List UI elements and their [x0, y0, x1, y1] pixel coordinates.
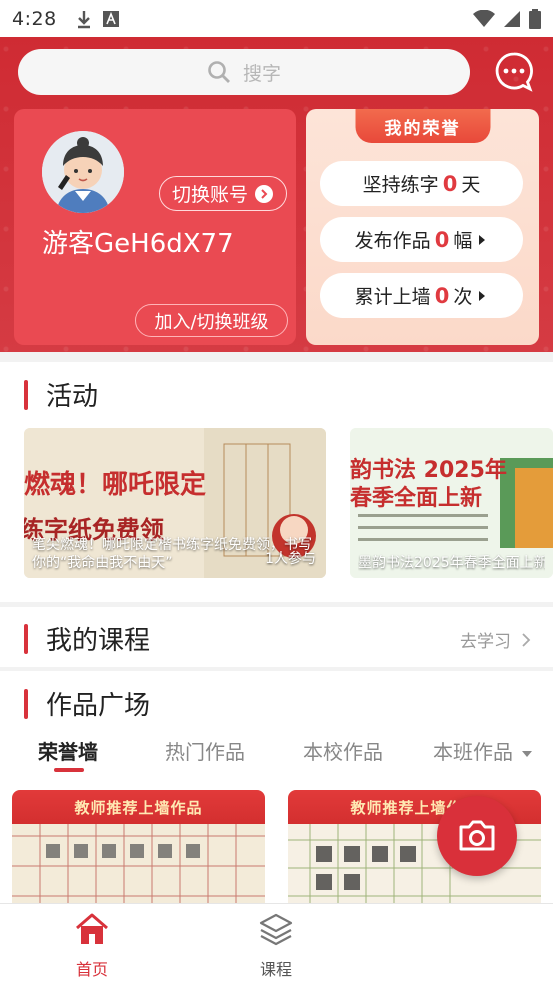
work-card-banner: 教师推荐上墙作品: [12, 790, 265, 824]
search-icon: [208, 61, 230, 83]
honor-unit: 次: [453, 286, 473, 308]
switch-account-label: 切换账号: [171, 184, 248, 206]
go-study-label: 去学习: [460, 632, 511, 652]
battery-icon: [529, 8, 541, 29]
honor-row-works[interactable]: 发布作品 0 幅: [320, 217, 523, 262]
activity-banner-text-1: 燃魂！哪吒限定: [24, 470, 207, 500]
search-placeholder: 搜字: [242, 62, 281, 85]
nav-courses-label: 课程: [259, 960, 292, 979]
activity-title: 活动: [46, 382, 99, 412]
honor-unit: 天: [461, 174, 481, 196]
courses-title: 我的课程: [46, 626, 151, 656]
tab-class-works-label: 本班作品: [433, 740, 513, 764]
tab-honor-wall[interactable]: 荣誉墙: [38, 736, 98, 765]
honor-row-days: 坚持练字 0 天: [320, 161, 523, 206]
caret-right-icon: [479, 290, 486, 301]
active-tab-indicator: [54, 768, 84, 772]
chevron-right-icon: [522, 632, 531, 647]
activity-participants: 1人参与: [265, 551, 316, 567]
avatar[interactable]: [42, 131, 124, 213]
a-icon: [102, 10, 119, 27]
search-bar[interactable]: 搜字: [18, 49, 470, 95]
camera-upload-button[interactable]: [437, 796, 517, 876]
signal-icon: [504, 10, 520, 27]
chat-bubble-icon: [495, 52, 533, 92]
nav-home-label: 首页: [75, 960, 108, 979]
tab-class-works[interactable]: 本班作品: [433, 736, 533, 765]
activity-card-spring[interactable]: 韵书法 2025年 春季全面上新 墨韵书法2025年春季全面上新: [350, 428, 553, 578]
tab-school-works[interactable]: 本校作品: [303, 736, 383, 765]
download-icon: [77, 10, 90, 28]
honor-row-wall[interactable]: 累计上墙 0 次: [320, 273, 523, 318]
honor-title: 我的荣誉: [355, 109, 490, 143]
honor-label: 发布作品: [354, 230, 431, 252]
honor-value: 0: [434, 283, 450, 308]
wifi-icon: [473, 9, 495, 27]
works-title: 作品广场: [46, 691, 151, 721]
chevron-right-icon: [255, 184, 273, 203]
honor-value: 0: [442, 171, 458, 196]
nav-courses[interactable]: 课程: [236, 912, 316, 980]
activity-card-nezha[interactable]: 燃魂！哪吒限定 练字纸免费领 笔尖燃魂！哪吒限定楷书练字纸免费领，书写你的“我命…: [24, 428, 326, 578]
section-bar: [24, 379, 28, 410]
go-study-link[interactable]: 去学习: [460, 627, 531, 652]
courses-heading: 我的课程: [24, 620, 150, 657]
section-bar: [24, 688, 28, 719]
honor-card: 我的荣誉 坚持练字 0 天 发布作品 0 幅 累计上墙 0 次: [306, 109, 539, 345]
username: 游客GeH6dX77: [42, 229, 234, 259]
layers-icon: [259, 913, 293, 946]
activity-banner-text-2: 春季全面上新: [350, 486, 483, 511]
activity-heading: 活动: [24, 376, 98, 413]
camera-icon: [459, 820, 495, 851]
activity-caption: 墨韵书法2025年春季全面上新: [358, 555, 545, 571]
status-time: 4:28: [12, 7, 57, 30]
switch-account-button[interactable]: 切换账号: [159, 176, 287, 211]
profile-card: 切换账号 游客GeH6dX77 加入/切换班级: [14, 109, 296, 345]
caret-right-icon: [479, 234, 486, 245]
honor-label: 累计上墙: [354, 286, 431, 308]
section-bar: [24, 623, 28, 654]
honor-value: 0: [434, 227, 450, 252]
home-icon: [76, 913, 108, 944]
caret-down-icon: [522, 750, 533, 757]
avatar-image: [42, 131, 124, 213]
message-button[interactable]: [491, 49, 537, 95]
calligraphy-sheet-image: [12, 824, 265, 910]
watermark-overlay: [328, 912, 550, 978]
honor-unit: 幅: [453, 230, 473, 252]
works-heading: 作品广场: [24, 685, 150, 722]
honor-label: 坚持练字: [362, 174, 439, 196]
nav-home[interactable]: 首页: [52, 912, 132, 980]
tab-hot-works[interactable]: 热门作品: [165, 736, 245, 765]
work-card[interactable]: 教师推荐上墙作品: [12, 790, 265, 910]
header-banner: 搜字 切换账号 游客GeH6dX77 加入/切换班级 我的荣誉 坚持练字 0 天…: [0, 37, 553, 352]
join-class-button[interactable]: 加入/切换班级: [135, 304, 288, 337]
courses-section[interactable]: 我的课程 去学习: [0, 607, 553, 667]
status-bar: 4:28: [0, 0, 553, 37]
works-tabs: 荣誉墙 热门作品 本校作品 本班作品: [0, 730, 553, 778]
